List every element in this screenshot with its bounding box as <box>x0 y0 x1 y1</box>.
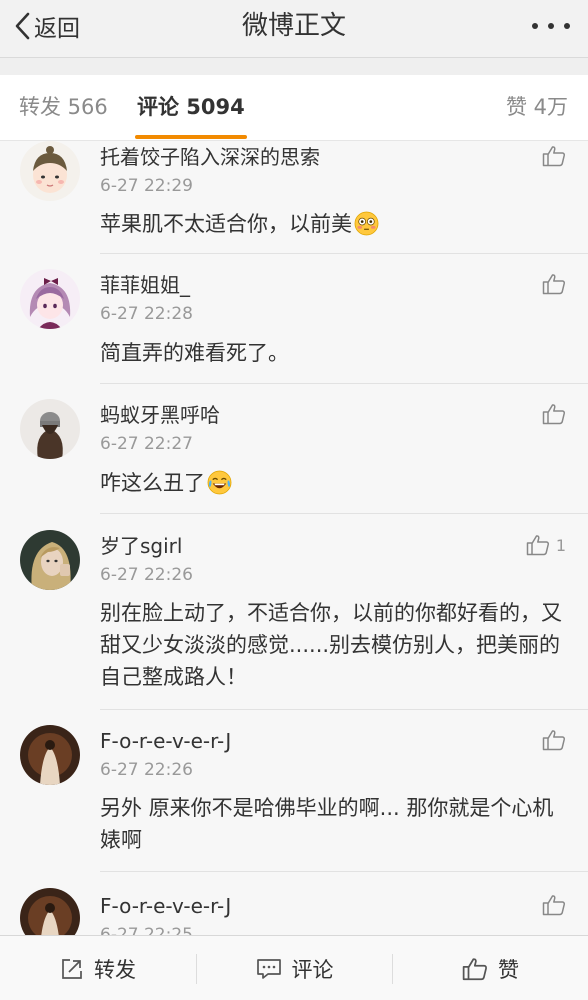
comment-like-button[interactable] <box>542 145 566 167</box>
avatar[interactable] <box>20 888 80 935</box>
comment-time: 6-27 22:29 <box>100 176 193 196</box>
back-button[interactable]: 返回 <box>14 8 80 44</box>
divider <box>100 871 588 872</box>
avatar[interactable] <box>20 141 80 201</box>
like-button[interactable]: 赞 <box>393 936 588 1000</box>
comment-time: 6-27 22:26 <box>100 760 193 780</box>
comment-text: 苹果肌不太适合你，以前美 <box>100 208 566 240</box>
dot-icon <box>532 23 538 29</box>
comment-text: 别在脸上动了，不适合你，以前的你都好看的，又甜又少女淡淡的感觉......别去模… <box>100 601 562 689</box>
repost-button[interactable]: 转发 <box>0 936 196 1000</box>
thumbs-up-icon <box>526 535 549 556</box>
bottom-toolbar: 转发 评论 赞 <box>0 935 588 1000</box>
comment-button[interactable]: 评论 <box>197 936 392 1000</box>
dot-icon <box>548 23 554 29</box>
avatar[interactable] <box>20 530 80 590</box>
avatar[interactable] <box>20 269 80 329</box>
comment-text: 另外 原来你不是哈佛毕业的啊... 那你就是个心机婊啊 <box>100 796 554 852</box>
thumbs-up-icon <box>542 146 566 167</box>
comment-label: 评论 <box>291 957 334 982</box>
comment-item: 托着饺子陷入深深的思索 6-27 22:29 苹果肌不太适合你，以前美 <box>0 141 588 254</box>
comment-item: 菲菲姐姐_ 6-27 22:28 简直弄的难看死了。 <box>0 269 588 384</box>
comment-username[interactable]: 托着饺子陷入深深的思索 <box>100 144 320 170</box>
share-icon <box>62 958 82 979</box>
divider <box>100 253 588 254</box>
divider <box>100 383 588 384</box>
section-gap <box>0 58 588 75</box>
comment-time: 6-27 22:25 <box>100 925 193 935</box>
comment-username[interactable]: 菲菲姐姐_ <box>100 272 190 298</box>
comment-text: 简直弄的难看死了。 <box>100 341 289 365</box>
comment-text-content: 咋这么丑了 <box>100 471 205 495</box>
comment-list[interactable]: 托着饺子陷入深深的思索 6-27 22:29 苹果肌不太适合你，以前美 菲菲姐姐… <box>0 141 588 935</box>
like-count: 1 <box>555 535 566 555</box>
comment-username[interactable]: F-o-r-e-v-e-r-J <box>100 728 231 754</box>
active-tab-indicator <box>135 135 247 139</box>
chevron-left-icon <box>15 12 30 40</box>
tab-bar: 转发 566 评论 5094 赞 4万 <box>0 75 588 141</box>
comment-item: F-o-r-e-v-e-r-J 6-27 22:26 另外 原来你不是哈佛毕业的… <box>0 725 588 872</box>
comment-username[interactable]: 蚂蚁牙黑呼哈 <box>100 402 220 428</box>
comment-item: F-o-r-e-v-e-r-J 6-27 22:25 <box>0 888 588 935</box>
flushed-face-emoji <box>354 211 379 236</box>
tears-of-joy-emoji <box>207 470 232 495</box>
repost-label: 转发 <box>94 957 136 982</box>
avatar[interactable] <box>20 725 80 785</box>
comment-item: 岁了sgirl 6-27 22:26 1 别在脸上动了，不适合你，以前的你都好看… <box>0 530 588 710</box>
thumbs-up-icon <box>542 274 566 295</box>
thumbs-up-icon <box>542 404 566 425</box>
tab-reposts[interactable]: 转发 566 <box>19 93 108 121</box>
thumbs-up-icon <box>542 730 566 751</box>
thumbs-up-icon <box>542 895 566 916</box>
tab-comments[interactable]: 评论 5094 <box>137 93 245 121</box>
page-title: 微博正文 <box>241 11 346 41</box>
more-options-button[interactable] <box>532 14 570 38</box>
comment-like-button[interactable] <box>542 403 566 425</box>
comment-time: 6-27 22:26 <box>100 565 193 585</box>
back-label: 返回 <box>34 16 80 42</box>
comment-time: 6-27 22:27 <box>100 434 193 454</box>
comment-like-button[interactable] <box>542 273 566 295</box>
avatar[interactable] <box>20 399 80 459</box>
comment-text: 咋这么丑了 <box>100 467 566 499</box>
comment-text-content: 苹果肌不太适合你，以前美 <box>100 212 352 236</box>
comment-like-button[interactable] <box>542 894 566 916</box>
comment-like-button[interactable]: 1 <box>526 534 566 556</box>
comment-time: 6-27 22:28 <box>100 304 193 324</box>
comment-item: 蚂蚁牙黑呼哈 6-27 22:27 咋这么丑了 <box>0 399 588 514</box>
comment-username[interactable]: 岁了sgirl <box>100 533 182 559</box>
comment-like-button[interactable] <box>542 729 566 751</box>
comment-username[interactable]: F-o-r-e-v-e-r-J <box>100 893 231 919</box>
divider <box>100 709 588 710</box>
tab-likes[interactable]: 赞 4万 <box>506 93 568 121</box>
thumbs-up-icon <box>462 957 487 980</box>
like-label: 赞 <box>498 957 519 982</box>
divider <box>100 513 588 514</box>
dot-icon <box>564 23 570 29</box>
comment-icon <box>256 958 281 979</box>
nav-bar: 返回 微博正文 <box>0 0 588 58</box>
